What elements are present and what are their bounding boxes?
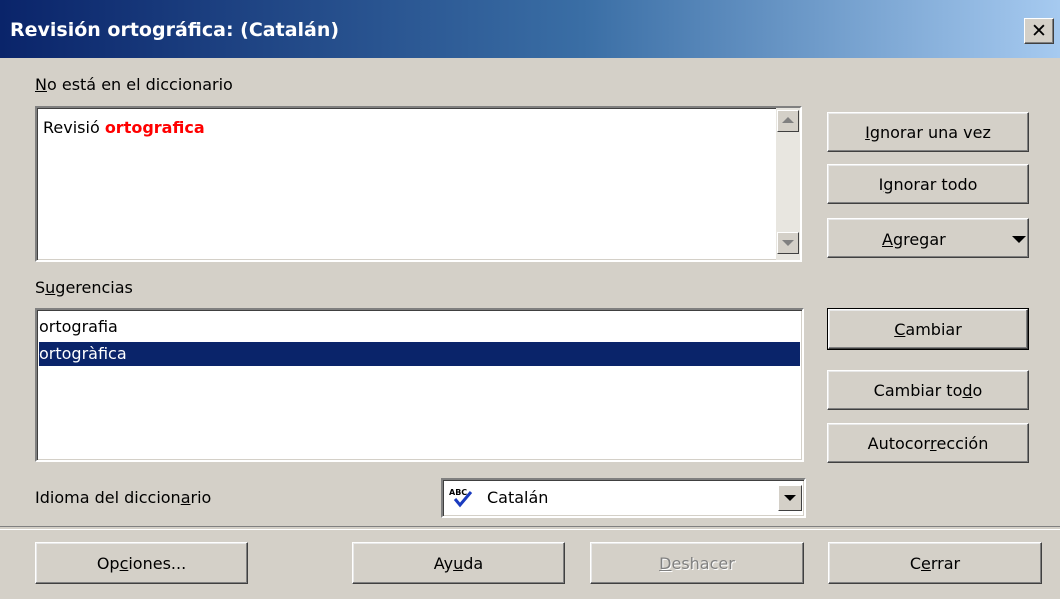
dropdown-arrow-icon bbox=[1012, 236, 1026, 243]
dictionary-language-select[interactable]: ABC Catalán bbox=[441, 478, 806, 518]
arrow-down-icon bbox=[782, 240, 794, 246]
add-button[interactable]: Agregar bbox=[827, 218, 1029, 258]
not-in-dictionary-label: No está en el diccionario bbox=[35, 75, 233, 94]
scroll-down-button[interactable] bbox=[777, 232, 799, 254]
add-button-label: Agregar bbox=[882, 230, 946, 249]
not-in-dictionary-textbox[interactable]: Revisió ortografica bbox=[35, 106, 802, 262]
options-button[interactable]: Op c iones... bbox=[35, 542, 248, 584]
dictionary-language-value: Catalán bbox=[487, 488, 549, 507]
ignore-once-button[interactable]: Ignorar una vez bbox=[827, 112, 1029, 152]
close-window-button[interactable]: ✕ bbox=[1024, 18, 1054, 44]
suggestions-list[interactable]: ortografia ortogràfica bbox=[35, 308, 804, 462]
help-button[interactable]: Ay u da bbox=[352, 542, 565, 584]
sentence-text: Revisió ortografica bbox=[43, 118, 205, 137]
arrow-up-icon bbox=[782, 117, 794, 123]
svg-text:ABC: ABC bbox=[449, 488, 467, 497]
suggestion-item[interactable]: ortografia bbox=[39, 316, 800, 338]
sentence-normal-text: Revisió bbox=[43, 118, 105, 137]
window-title: Revisión ortográfica: (Catalán) bbox=[10, 19, 340, 41]
autocorrect-button[interactable]: Autocor r ección bbox=[827, 423, 1029, 463]
scroll-up-button[interactable] bbox=[777, 110, 799, 132]
bottom-separator bbox=[0, 526, 1060, 530]
spellcheck-abc-icon: ABC bbox=[449, 486, 475, 508]
dictionary-language-label: Idioma del diccionario bbox=[35, 488, 212, 507]
misspelled-word: ortografica bbox=[104, 118, 205, 137]
change-all-button[interactable]: Cambiar to d o bbox=[827, 370, 1029, 410]
close-icon: ✕ bbox=[1031, 20, 1047, 42]
title-bar: Revisión ortográfica: (Catalán) ✕ bbox=[0, 0, 1060, 58]
language-dropdown-button[interactable] bbox=[778, 485, 802, 511]
undo-button[interactable]: Deshacer bbox=[590, 542, 804, 584]
suggestion-item-selected[interactable]: ortogràfica bbox=[39, 342, 800, 366]
ignore-all-button[interactable]: Ig norar todo bbox=[827, 164, 1029, 204]
change-button[interactable]: Cambiar bbox=[827, 308, 1029, 350]
suggestions-label: Sugerencias bbox=[35, 278, 133, 297]
chevron-down-icon bbox=[784, 495, 796, 501]
text-scrollbar[interactable] bbox=[776, 108, 800, 260]
close-button[interactable]: Ce rrar bbox=[828, 542, 1042, 584]
